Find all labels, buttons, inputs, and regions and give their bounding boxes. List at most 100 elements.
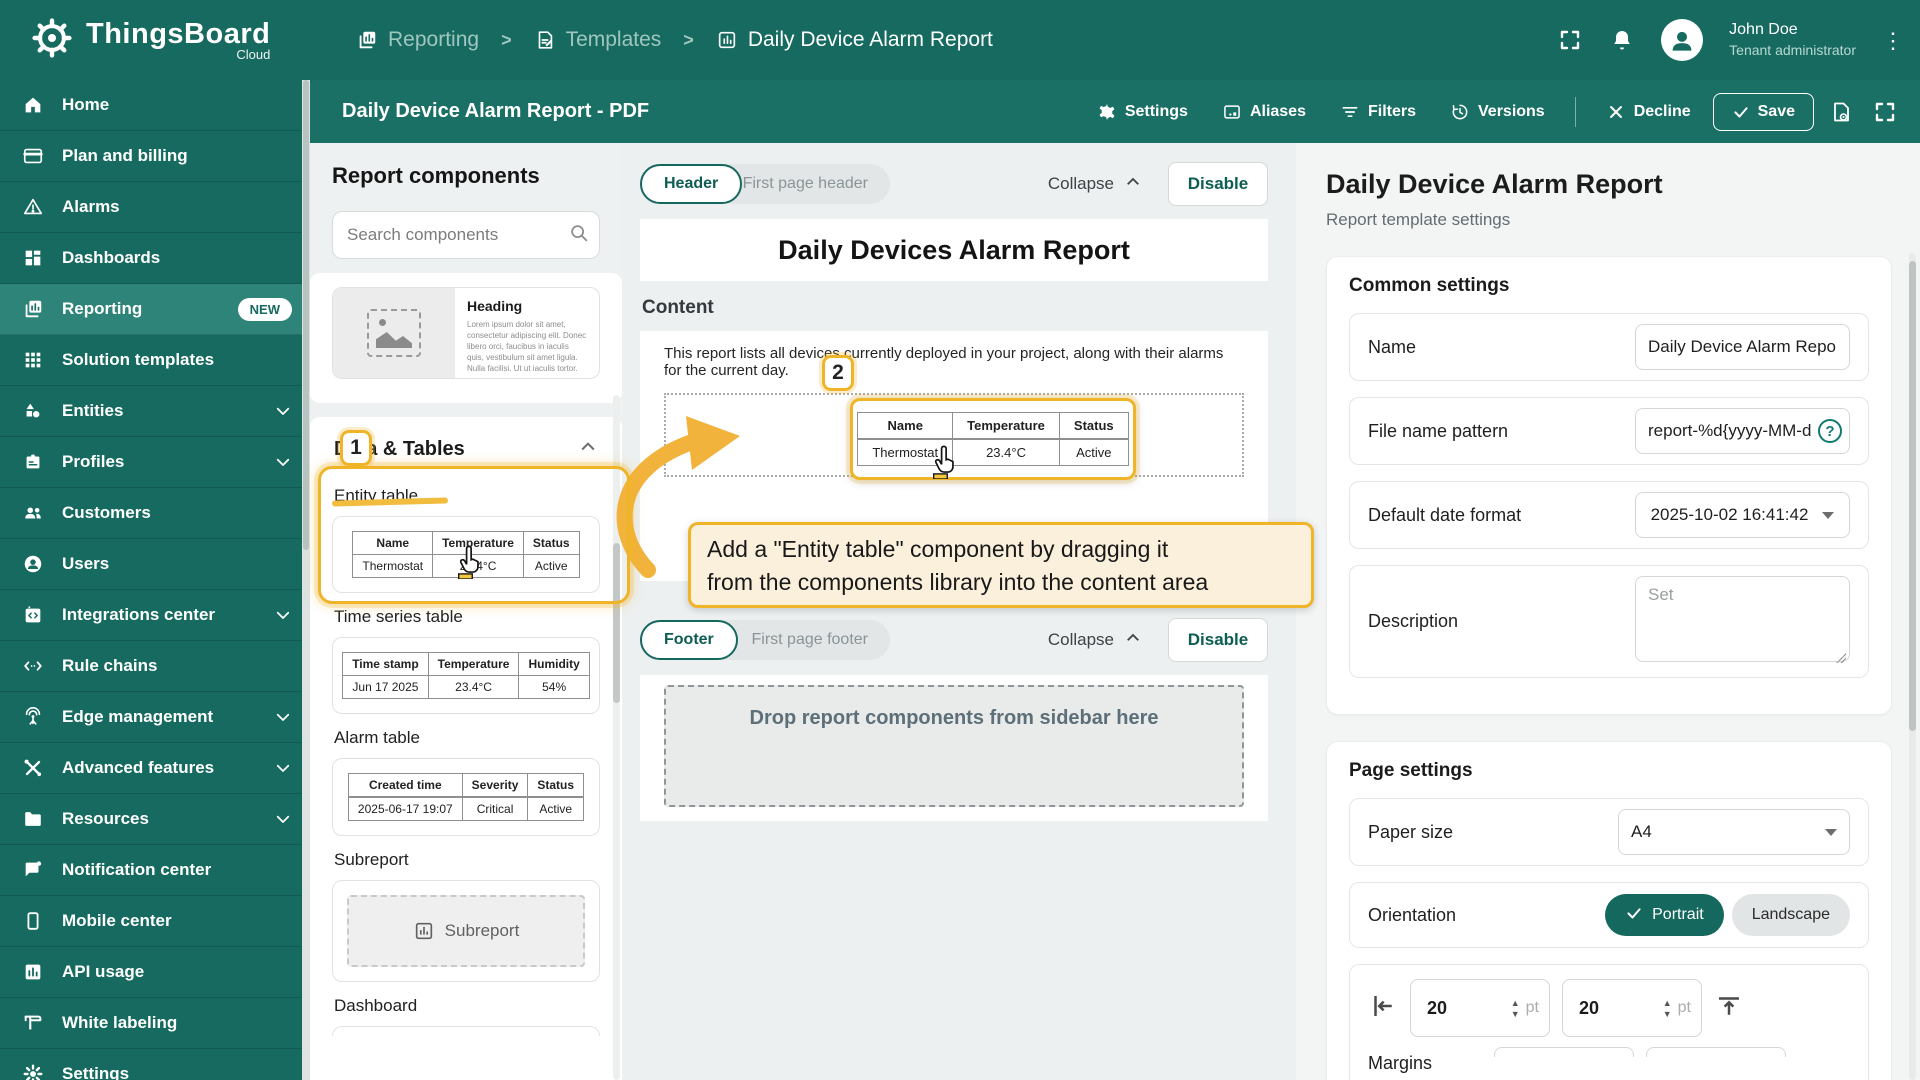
- breadcrumb-item[interactable]: Templates: [534, 28, 661, 52]
- template-settings-panel: Daily Device Alarm Report Report templat…: [1296, 143, 1920, 1080]
- stepper-icon[interactable]: ▲ ▼: [1511, 998, 1520, 1018]
- entities-icon: [22, 400, 44, 422]
- mobile-icon: [22, 910, 44, 932]
- sidebar-item-white-labeling[interactable]: White labeling: [0, 998, 310, 1049]
- sidebar-item-dashboards[interactable]: Dashboards: [0, 233, 310, 284]
- dragged-entity-table-preview[interactable]: Name Temperature Status Thermostat 23.4°C Act…: [850, 398, 1136, 480]
- settings-scrollbar[interactable]: [1909, 253, 1916, 1080]
- sidebar-item-settings[interactable]: Settings: [0, 1049, 310, 1080]
- sidebar-item-mobile-center[interactable]: Mobile center: [0, 896, 310, 947]
- sidebar-item-notification-center[interactable]: Notification center: [0, 845, 310, 896]
- brand-subtitle: Cloud: [236, 46, 271, 62]
- header-disable-button[interactable]: Disable: [1168, 162, 1268, 206]
- filters-button[interactable]: Filters: [1328, 94, 1428, 130]
- preview-table: Name Temperature Status Thermostat 23.4°C Act…: [857, 412, 1129, 466]
- breadcrumb-item[interactable]: Reporting: [356, 28, 479, 52]
- header-section-bar: First page header Header Collapse Disabl…: [640, 162, 1268, 206]
- sidebar-item-solution-templates[interactable]: Solution templates: [0, 335, 310, 386]
- file-name-pattern-row: File name pattern ?: [1349, 397, 1869, 465]
- white-labeling-icon: [22, 1012, 44, 1034]
- chevron-down-icon: [1825, 828, 1837, 836]
- aliases-button[interactable]: Aliases: [1210, 94, 1318, 130]
- portrait-toggle[interactable]: Portrait: [1605, 894, 1724, 936]
- billing-icon: [22, 145, 44, 167]
- sidebar-item-edge-management[interactable]: Edge management: [0, 692, 310, 743]
- dashboard-component-card[interactable]: [332, 1026, 600, 1036]
- paper-size-row: Paper size A4: [1349, 798, 1869, 866]
- landscape-toggle[interactable]: Landscape: [1731, 894, 1850, 936]
- templates-icon: [534, 29, 556, 51]
- sidebar-item-integrations-center[interactable]: Integrations center: [0, 590, 310, 641]
- history-icon: [1450, 102, 1470, 122]
- gear-icon: [1097, 102, 1117, 122]
- sidebar-item-alarms[interactable]: Alarms: [0, 182, 310, 233]
- dashboards-icon: [22, 247, 44, 269]
- sidebar: Home Plan and billing Alarms Dashboards Repo…: [0, 80, 310, 1080]
- advanced-icon: [22, 757, 44, 779]
- preview-file-icon[interactable]: [1824, 97, 1858, 127]
- alarm-table-component-card[interactable]: Created time Severity Status 2025-06-17 19:…: [332, 758, 600, 836]
- dashboard-label: Dashboard: [334, 996, 418, 1015]
- entity-table-component-card[interactable]: Name Temperature Status Thermostat 23.4°C Act…: [332, 516, 600, 593]
- help-icon[interactable]: ?: [1818, 419, 1842, 443]
- margins-label: Margins: [1368, 1053, 1433, 1073]
- settings-panel-title: Daily Device Alarm Report: [1326, 169, 1663, 199]
- footer-drop-zone[interactable]: Drop report components from sidebar here: [664, 685, 1244, 807]
- content-drop-zone[interactable]: Name Temperature Status Thermostat 23.4°C Act…: [664, 393, 1244, 480]
- margin-right-input[interactable]: 20 ▲ ▼ pt: [1562, 979, 1702, 1037]
- default-date-format-select[interactable]: 2025-10-02 16:41:42: [1635, 492, 1850, 538]
- more-menu-icon[interactable]: ⋮: [1882, 29, 1904, 51]
- customers-icon: [22, 502, 44, 524]
- resize-grip-icon[interactable]: [1836, 653, 1846, 663]
- sidebar-item-resources[interactable]: Resources: [0, 794, 310, 845]
- breadcrumb-item[interactable]: Daily Device Alarm Report: [716, 28, 993, 52]
- subreport-component-card[interactable]: Subreport: [332, 880, 600, 982]
- name-row: Name: [1349, 313, 1869, 381]
- versions-button[interactable]: Versions: [1438, 94, 1557, 130]
- margin-top2-input[interactable]: [1646, 1047, 1787, 1057]
- time-series-table-component-card[interactable]: Time stamp Temperature Humidity Jun 17 2025…: [332, 637, 600, 714]
- stepper-icon[interactable]: ▲ ▼: [1663, 998, 1672, 1018]
- header-collapse-button[interactable]: Collapse: [1048, 173, 1142, 196]
- settings-panel-subtitle: Report template settings: [1326, 210, 1511, 229]
- footer-chip[interactable]: Footer: [640, 620, 738, 660]
- sidebar-item-users[interactable]: Users: [0, 539, 310, 590]
- avatar[interactable]: [1661, 19, 1704, 61]
- sidebar-item-rule-chains[interactable]: Rule chains: [0, 641, 310, 692]
- heading-card-title: Heading: [467, 298, 523, 314]
- sidebar-item-entities[interactable]: Entities: [0, 386, 310, 437]
- settings-button[interactable]: Settings: [1085, 94, 1200, 130]
- search-icon: [568, 222, 590, 249]
- name-input[interactable]: [1635, 324, 1850, 370]
- chevron-up-icon[interactable]: [578, 437, 598, 462]
- sidebar-item-advanced-features[interactable]: Advanced features: [0, 743, 310, 794]
- api-usage-icon: [22, 961, 44, 983]
- sidebar-item-plan-and-billing[interactable]: Plan and billing: [0, 131, 310, 182]
- header-chip[interactable]: Header: [640, 164, 743, 204]
- fullscreen-icon[interactable]: [1868, 97, 1902, 127]
- footer-disable-button[interactable]: Disable: [1168, 618, 1268, 662]
- margin-left-input[interactable]: 20 ▲ ▼ pt: [1410, 979, 1550, 1037]
- margin-bottom-input[interactable]: [1494, 1047, 1635, 1057]
- sidebar-item-home[interactable]: Home: [0, 80, 310, 131]
- footer-collapse-button[interactable]: Collapse: [1048, 629, 1142, 652]
- sidebar-item-api-usage[interactable]: API usage: [0, 947, 310, 998]
- brand-logo[interactable]: ThingsBoard Cloud: [0, 16, 300, 65]
- paper-size-select[interactable]: A4: [1618, 809, 1850, 855]
- save-button[interactable]: Save: [1712, 92, 1814, 131]
- components-search[interactable]: [332, 211, 600, 259]
- heading-component-card[interactable]: Heading Lorem ipsum dolor sit amet, cons…: [332, 287, 600, 379]
- notifications-bell-icon[interactable]: [1609, 27, 1635, 53]
- search-input[interactable]: [347, 225, 568, 245]
- description-textarea[interactable]: [1635, 576, 1850, 662]
- filter-icon: [1340, 102, 1360, 122]
- components-scrollbar[interactable]: [613, 395, 620, 1080]
- sidebar-item-customers[interactable]: Customers: [0, 488, 310, 539]
- reporting-icon: [22, 298, 44, 320]
- fullscreen-icon[interactable]: [1557, 27, 1583, 53]
- sidebar-item-profiles[interactable]: Profiles: [0, 437, 310, 488]
- orientation-label: Orientation: [1368, 904, 1457, 925]
- sidebar-item-reporting[interactable]: Reporting NEW: [0, 284, 310, 335]
- sidebar-scrollbar[interactable]: [302, 80, 310, 1080]
- decline-button[interactable]: Decline: [1594, 94, 1703, 130]
